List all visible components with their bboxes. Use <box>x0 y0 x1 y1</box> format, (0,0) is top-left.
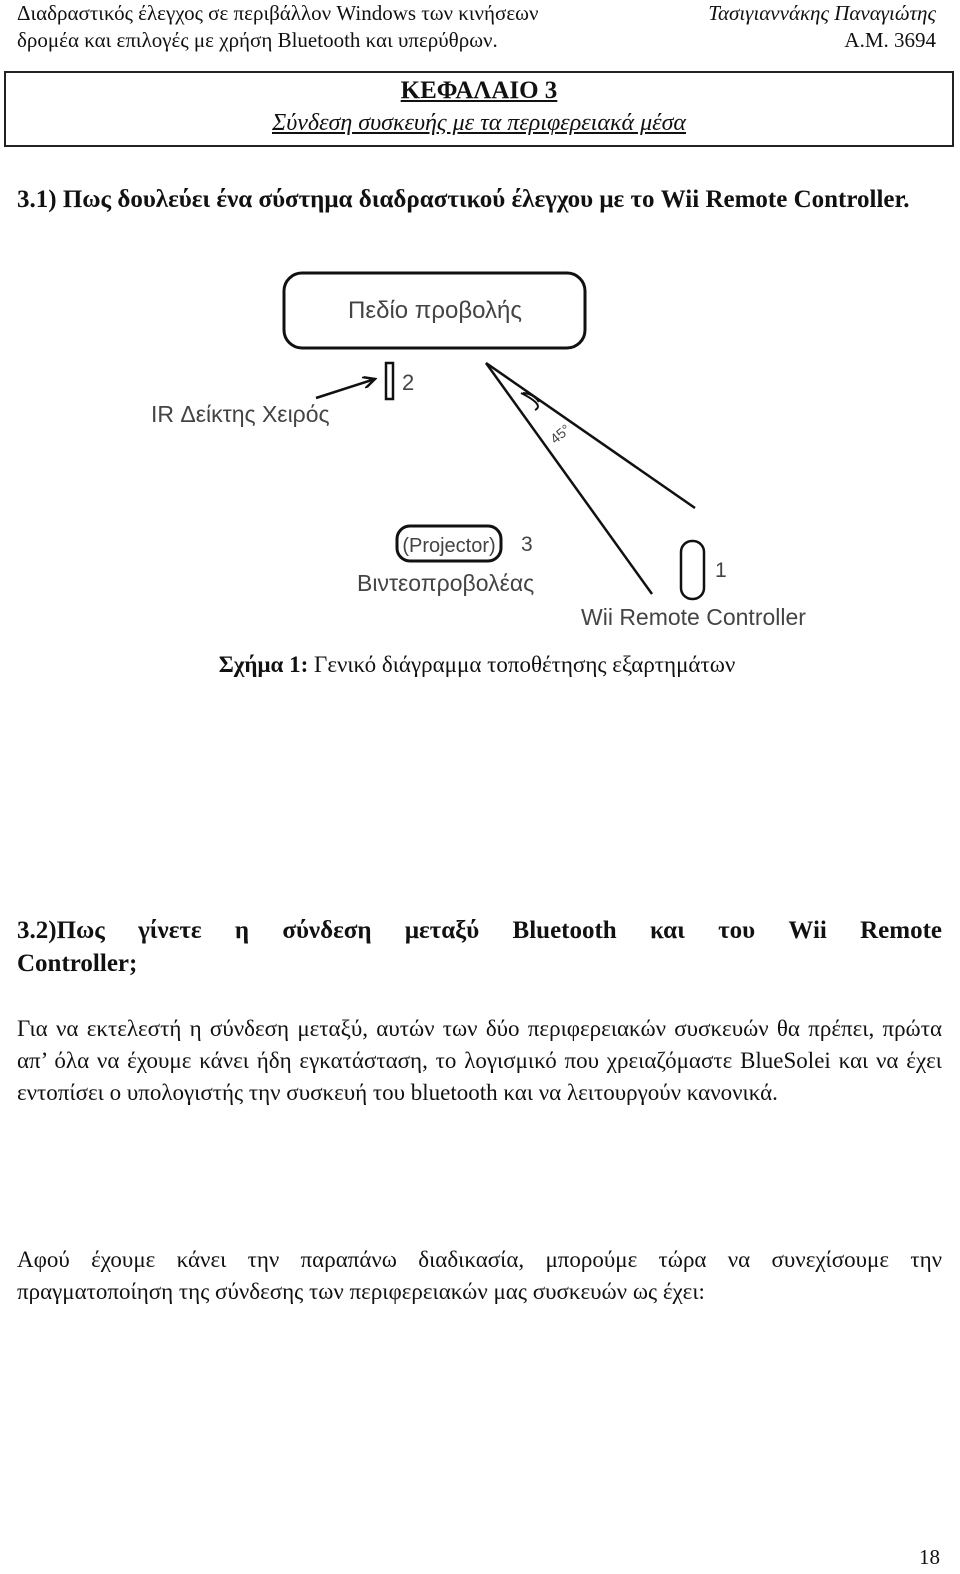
projector-box-label: (Projector) <box>402 535 495 557</box>
page-number: 18 <box>919 1545 940 1569</box>
figure-caption-text: Γενικό διάγραμμα τοποθέτησης εξαρτημάτων <box>308 652 736 677</box>
figure-caption: Σχήμα 1: Γενικό διάγραμμα τοποθέτησης εξ… <box>0 652 960 678</box>
view-angle-line-right <box>485 361 696 510</box>
wii-remote-label: Wii Remote Controller <box>581 604 806 630</box>
ir-marker-label: IR Δείκτης Χειρός <box>151 401 330 427</box>
ir-marker-icon <box>384 361 395 401</box>
wii-remote-icon <box>679 539 706 601</box>
body-paragraph: Για να εκτελεστή η σύνδεση μεταξύ, αυτών… <box>17 1016 942 1105</box>
view-angle-line-left <box>484 362 654 595</box>
body-paragraph: Αφού έχουμε κάνει την παραπάνω διαδικασί… <box>17 1247 942 1304</box>
wii-remote-number: 1 <box>715 559 727 582</box>
ir-marker-number: 2 <box>402 370 414 395</box>
projector-number: 3 <box>521 533 533 556</box>
ir-pointer-arrow <box>315 379 375 400</box>
section-heading-3-2-line1: 3.2)Πως γίνετε η σύνδεση μεταξύ Bluetoot… <box>17 917 942 944</box>
section-heading-3-2: 3.2)Πως γίνετε η σύνδεση μεταξύ Bluetoot… <box>17 914 942 980</box>
angle-label: 45° <box>547 421 574 447</box>
projector-label: Βιντεοπροβολέας <box>357 570 534 596</box>
angle-arc-detail <box>520 392 539 411</box>
placement-diagram: Πεδίο προβολής 2 IR Δείκτης Χειρός 45° (… <box>151 271 806 630</box>
figure-caption-prefix: Σχήμα 1: <box>218 652 309 677</box>
projection-field-label: Πεδίο προβολής <box>348 297 522 324</box>
section-heading-3-2-line2: Controller; <box>17 950 138 977</box>
